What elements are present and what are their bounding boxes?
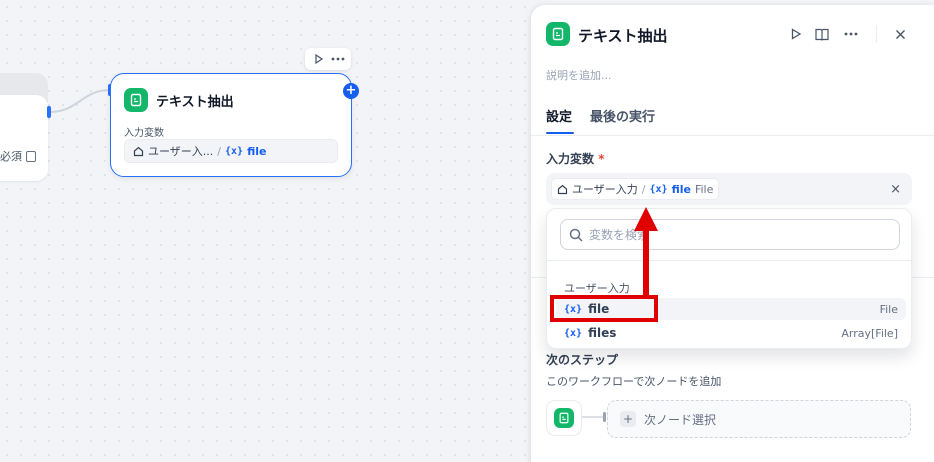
input-variable-label-text: 入力変数 (546, 152, 595, 166)
annotation-arrow-head (634, 207, 658, 231)
variable-search-input[interactable] (589, 227, 869, 242)
select-next-node-label: 次ノード選択 (644, 412, 717, 427)
required-label: 必須 (0, 150, 22, 163)
selected-var-source: ユーザー入力 (572, 183, 638, 196)
node-var-separator: / (217, 144, 221, 158)
next-step-description: このワークフローで次ノードを追加 (546, 375, 722, 388)
variable-option-files[interactable]: {x} files Array[File] (556, 322, 906, 344)
home-icon (133, 146, 144, 156)
dropdown-divider (547, 260, 911, 261)
tab-settings[interactable]: 設定 (546, 106, 572, 125)
annotation-highlight-box (550, 295, 658, 322)
panel-title: テキスト抽出 (578, 27, 668, 45)
document-icon (26, 150, 36, 162)
more-icon[interactable] (329, 50, 347, 68)
play-icon[interactable] (787, 25, 805, 43)
add-next-node-button[interactable]: + (343, 83, 359, 99)
variable-icon: {x} (225, 145, 244, 157)
tabs-divider (531, 135, 934, 136)
selected-var-separator: / (641, 182, 646, 196)
play-icon[interactable] (310, 50, 328, 68)
variable-option-name: files (588, 326, 617, 340)
clear-selection-icon[interactable]: × (890, 182, 901, 197)
node-toolbar (305, 48, 351, 70)
selected-variable-chip: ユーザー入力 / {x} file File (551, 178, 720, 200)
current-node-icon (546, 400, 582, 436)
node-input-variable[interactable]: ユーザー入... / {x} file (124, 139, 338, 163)
plus-icon: + (620, 411, 636, 427)
node-title: テキスト抽出 (156, 95, 234, 110)
selected-var-name: file (671, 182, 691, 196)
required-mark: * (598, 152, 605, 166)
variable-picker-dropdown: ユーザー入力 {x} file File {x} files Array[Fil… (546, 208, 912, 349)
home-icon (557, 184, 568, 194)
more-icon[interactable] (842, 25, 860, 43)
node-var-source: ユーザー入... (148, 145, 214, 158)
node-input-label: 入力変数 (124, 128, 164, 139)
tab-active-underline (546, 132, 574, 134)
variable-option-type: File (879, 302, 898, 316)
document-icon (124, 88, 148, 112)
variable-icon: {x} (649, 183, 668, 195)
start-required-badge: 必須 (0, 148, 36, 164)
variable-option-type: Array[File] (841, 326, 898, 340)
node-var-name: file (247, 144, 267, 158)
variable-group-title: ユーザー入力 (564, 282, 630, 295)
start-output-port[interactable] (47, 106, 51, 118)
document-icon (554, 408, 574, 428)
close-icon[interactable] (891, 25, 909, 43)
annotation-arrow-shaft (643, 228, 649, 295)
select-next-node-button[interactable]: + 次ノード選択 (607, 400, 911, 438)
selected-var-type: File (694, 182, 714, 196)
next-step-title: 次のステップ (546, 353, 619, 367)
variable-icon: {x} (564, 327, 583, 339)
variable-search-box[interactable] (560, 219, 900, 250)
search-icon (569, 228, 583, 242)
input-variable-label: 入力変数 * (546, 150, 604, 167)
next-connector (582, 412, 606, 422)
start-node[interactable] (0, 95, 48, 181)
book-icon[interactable] (813, 25, 831, 43)
input-variable-selector[interactable]: ユーザー入力 / {x} file File × (546, 173, 912, 205)
document-icon (546, 22, 570, 46)
description-placeholder[interactable]: 説明を追加... (546, 67, 612, 83)
toolbar-divider (876, 25, 877, 43)
tab-last-run[interactable]: 最後の実行 (590, 106, 655, 125)
text-extractor-node[interactable]: テキスト抽出 入力変数 ユーザー入... / {x} file (110, 73, 352, 177)
